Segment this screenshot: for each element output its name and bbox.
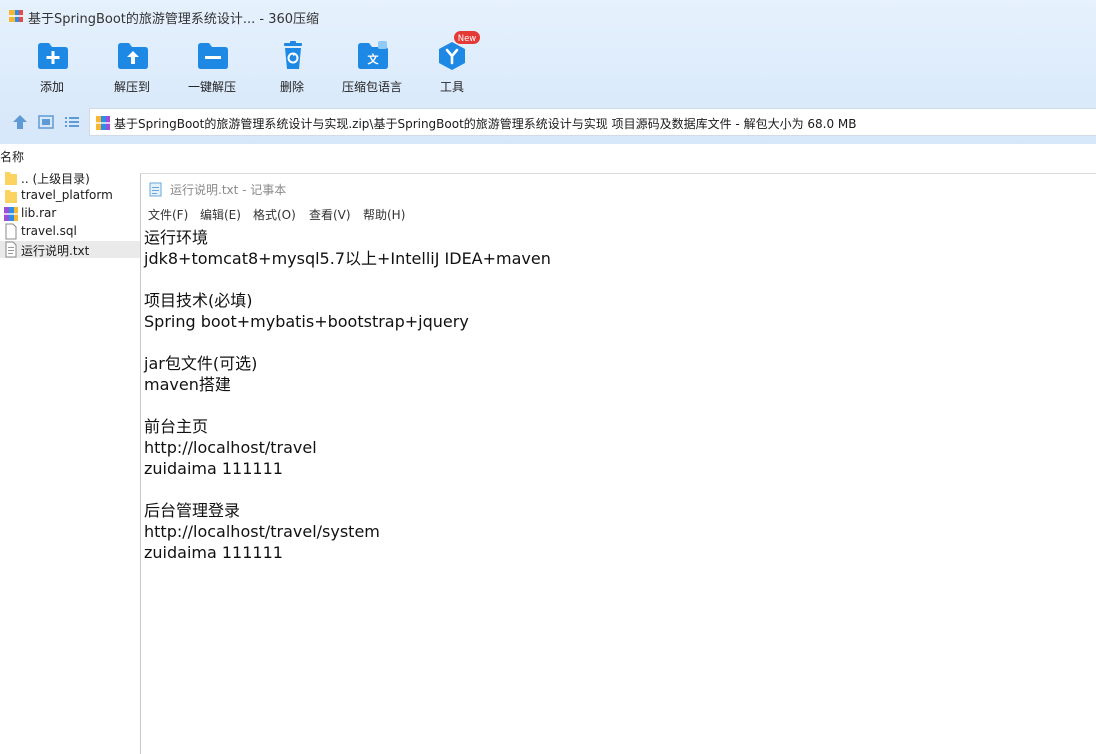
menu-file[interactable]: 文件(F) [148,206,188,223]
text-file-icon [5,241,17,258]
list-item-travel-sql[interactable]: travel.sql [0,223,140,240]
list-item-label: lib.rar [21,206,57,220]
rar-archive-icon [4,207,18,221]
text-line: 前台主页 [144,417,209,436]
text-line: http://localhost/travel/system [144,522,380,541]
folder-icon [5,172,17,185]
title-bar[interactable]: 基于SpringBoot的旅游管理系统设计... - 360压缩 [0,0,1096,34]
text-line: Spring boot+mybatis+bootstrap+jquery [144,312,469,331]
list-item-label: travel_platform [21,188,113,202]
archive-app-icon [9,10,23,22]
add-button[interactable]: 添加 [12,36,92,96]
text-line: zuidaima 111111 [144,543,283,562]
address-path-field[interactable]: 基于SpringBoot的旅游管理系统设计与实现.zip\基于SpringBoo… [89,108,1096,136]
new-badge: New [454,31,480,44]
language-icon: 文 [358,41,388,69]
text-line: maven搭建 [144,375,231,394]
notepad-text-area[interactable]: 运行环境 jdk8+tomcat8+mysql5.7以上+IntelliJ ID… [144,227,1084,563]
up-arrow-icon[interactable] [11,114,29,130]
notepad-menu-bar: 文件(F) 编辑(E) 格式(O) 查看(V) 帮助(H) [141,206,1096,226]
menu-format[interactable]: 格式(O) [253,206,296,223]
window-title: 基于SpringBoot的旅游管理系统设计... - 360压缩 [28,12,320,27]
notepad-window: 运行说明.txt - 记事本 文件(F) 编辑(E) 格式(O) 查看(V) 帮… [140,173,1096,754]
delete-label: 删除 [279,80,304,94]
address-bar: 基于SpringBoot的旅游管理系统设计与实现.zip\基于SpringBoo… [0,106,1096,138]
tools-button[interactable]: New 工具 [412,31,492,96]
text-line [144,332,1084,353]
list-item-lib-rar[interactable]: lib.rar [0,205,140,222]
column-header-name[interactable]: 名称 [0,148,24,165]
extract-to-button[interactable]: 解压到 [92,36,172,96]
extract-to-icon [118,43,148,69]
zip-archive-icon [96,116,110,130]
list-item-label: .. (上级目录) [21,172,90,186]
text-line: zuidaima 111111 [144,459,283,478]
list-item-travel-platform[interactable]: travel_platform [0,187,140,204]
notepad-title: 运行说明.txt - 记事本 [170,183,287,197]
text-line: jar包文件(可选) [144,354,258,373]
text-line: 后台管理登录 [144,501,241,520]
list-item-parent-directory[interactable]: .. (上级目录) [0,169,140,186]
address-path-text: 基于SpringBoot的旅游管理系统设计与实现.zip\基于SpringBoo… [114,117,857,131]
one-click-extract-icon [198,43,228,69]
archive-language-label: 压缩包语言 [341,80,402,94]
add-label: 添加 [39,80,64,94]
extract-to-label: 解压到 [113,80,150,94]
text-line [144,395,1084,416]
text-line: http://localhost/travel [144,438,317,457]
thumbnail-view-icon[interactable] [37,114,55,130]
text-line: 项目技术(必填) [144,291,253,310]
text-line [144,269,1084,290]
menu-help[interactable]: 帮助(H) [363,206,405,223]
new-badge-text: New [458,34,477,44]
notepad-icon [149,182,162,197]
one-click-extract-label: 一键解压 [187,80,236,94]
menu-edit[interactable]: 编辑(E) [200,206,241,223]
delete-icon [284,41,302,69]
list-item-label: 运行说明.txt [21,244,90,258]
one-click-extract-button[interactable]: 一键解压 [172,36,252,96]
file-icon [5,223,17,240]
text-line: jdk8+tomcat8+mysql5.7以上+IntelliJ IDEA+ma… [144,249,551,268]
window-chrome: 基于SpringBoot的旅游管理系统设计... - 360压缩 添加 解压到 … [0,0,1096,144]
archive-language-button[interactable]: 文 压缩包语言 [332,36,412,96]
list-item-label: travel.sql [21,224,77,238]
svg-text:文: 文 [368,52,380,66]
tools-label: 工具 [439,80,464,94]
delete-button[interactable]: 删除 [252,36,332,96]
list-item-readme-txt[interactable]: 运行说明.txt [0,241,140,258]
folder-icon [5,190,17,203]
add-icon [38,43,68,69]
menu-view[interactable]: 查看(V) [309,206,351,223]
text-line [144,479,1084,500]
list-view-icon[interactable] [63,114,81,130]
text-line: 运行环境 [144,228,209,247]
toolbar: 添加 解压到 一键解压 删除 文 压缩包语言 New 工具 [0,31,1096,100]
